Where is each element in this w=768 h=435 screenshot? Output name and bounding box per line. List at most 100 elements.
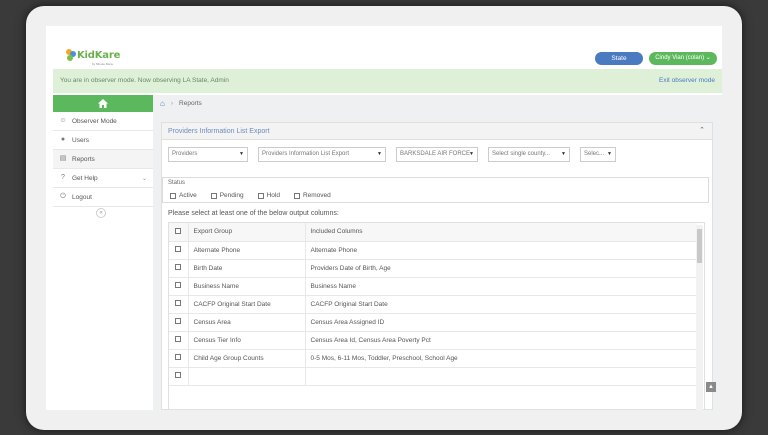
row-checkbox[interactable] — [175, 354, 181, 360]
row-checkbox[interactable] — [175, 282, 181, 288]
extra-select[interactable]: Selec... ▼ — [580, 147, 616, 162]
row-select-cell — [169, 259, 189, 278]
sidebar-item-label: Users — [72, 136, 89, 144]
select-value: Select single county... — [492, 151, 550, 157]
sidebar-item-label: Get Help — [72, 174, 98, 182]
table-row[interactable]: Birth Date Providers Date of Birth, Age — [169, 259, 697, 278]
row-select-cell — [169, 313, 189, 332]
caret-down-icon: ▼ — [561, 151, 566, 157]
select-all-cell — [169, 223, 189, 242]
row-checkbox[interactable] — [175, 336, 181, 342]
sidebar-item-label: Reports — [72, 155, 95, 163]
report-panel: Providers Information List Export ⌃ Prov… — [161, 122, 713, 410]
checkbox-label: Removed — [302, 192, 331, 199]
observer-message: You are in observer mode. Now observing … — [60, 77, 229, 84]
sidebar-home[interactable] — [53, 95, 153, 112]
table-scrollbar[interactable] — [696, 225, 703, 410]
sponsor-select[interactable]: BARKSDALE AIR FORCE ▼ — [396, 147, 478, 162]
home-icon — [98, 99, 108, 108]
sidebar-item-get-help[interactable]: ? Get Help ⌄ — [53, 169, 153, 188]
scrollbar-thumb[interactable] — [697, 229, 702, 263]
export-group-cell: Alternate Phone — [188, 241, 306, 260]
checkbox[interactable] — [210, 192, 217, 199]
export-group-cell: Business Name — [188, 277, 306, 296]
select-value: Selec... — [584, 151, 605, 157]
status-active-checkbox[interactable]: Active — [170, 192, 197, 199]
table-row[interactable]: Alternate Phone Alternate Phone — [169, 241, 697, 260]
row-select-cell — [169, 331, 189, 350]
exit-observer-link[interactable]: Exit observer mode — [659, 69, 715, 93]
included-columns-cell: 0-5 Mos, 6-11 Mos, Toddler, Preschool, S… — [305, 349, 697, 368]
sidebar-item-logout[interactable]: ⏻ Logout — [53, 188, 153, 207]
status-label: Status — [168, 180, 186, 186]
checkbox-label: Pending — [219, 192, 244, 199]
main-content: ⌂ › Reports Providers Information List E… — [153, 95, 722, 410]
checkbox[interactable] — [170, 192, 176, 199]
sidebar-item-label: Observer Mode — [72, 117, 117, 125]
select-value: Providers Information List Export — [262, 151, 350, 157]
included-columns-cell: Business Name — [305, 277, 697, 296]
table-row[interactable]: Business Name Business Name — [169, 277, 697, 296]
export-group-cell: Birth Date — [188, 259, 306, 278]
panel-title: Providers Information List Export — [168, 128, 270, 135]
report-type-select[interactable]: Providers Information List Export ▼ — [258, 147, 386, 162]
export-group-cell: Child Age Group Counts — [188, 349, 306, 368]
sidebar-item-users[interactable]: ● Users — [53, 131, 153, 150]
select-all-checkbox[interactable] — [175, 227, 181, 234]
checkbox[interactable] — [293, 192, 300, 199]
user-icon: ● — [60, 136, 66, 143]
output-columns-instruction: Please select at least one of the below … — [168, 210, 339, 217]
export-group-cell: Census Area — [188, 313, 306, 332]
row-select-cell — [169, 277, 189, 296]
select-value: BARKSDALE AIR FORCE — [400, 151, 471, 157]
status-pending-checkbox[interactable]: Pending — [210, 192, 244, 199]
column-header-included-columns: Included Columns — [305, 223, 697, 242]
table-row[interactable]: Census Area Census Area Assigned ID — [169, 313, 697, 332]
filter-row: Providers ▼ Providers Information List E… — [168, 147, 626, 162]
included-columns-cell: CACFP Original Start Date — [305, 295, 697, 314]
logo-mark-icon — [66, 49, 76, 61]
row-checkbox[interactable] — [175, 300, 181, 306]
table-header-row: Export Group Included Columns — [169, 223, 697, 242]
panel-header: Providers Information List Export ⌃ — [162, 123, 712, 140]
select-value: Providers — [172, 151, 198, 157]
state-button[interactable]: State — [595, 52, 643, 65]
users-icon: ☺ — [59, 117, 67, 124]
column-header-export-group: Export Group — [188, 223, 306, 242]
checkbox[interactable] — [257, 192, 264, 199]
row-checkbox[interactable] — [175, 264, 181, 270]
document-icon: ▤ — [59, 155, 67, 162]
sidebar-collapse-button[interactable]: « — [96, 208, 106, 218]
table-row[interactable]: CACFP Original Start Date CACFP Original… — [169, 295, 697, 314]
table-row[interactable]: Census Tier Info Census Area Id, Census … — [169, 331, 697, 350]
table-row[interactable] — [169, 367, 697, 386]
status-hold-checkbox[interactable]: Hold — [257, 192, 280, 199]
row-select-cell — [169, 295, 189, 314]
checkbox-label: Active — [179, 192, 197, 199]
sidebar-item-observer-mode[interactable]: ☺ Observer Mode — [53, 112, 153, 131]
scroll-to-top-button[interactable]: ▲ — [706, 382, 716, 392]
user-menu-button[interactable]: Cindy Vian (colan) ⌄ — [649, 52, 717, 65]
report-category-select[interactable]: Providers ▼ — [168, 147, 248, 162]
row-checkbox[interactable] — [175, 246, 181, 252]
row-select-cell — [169, 349, 189, 368]
sidebar-item-reports[interactable]: ▤ Reports — [53, 150, 159, 169]
logo-text: KidKare — [77, 49, 121, 61]
home-icon[interactable]: ⌂ — [160, 99, 165, 108]
breadcrumb-separator-icon: › — [170, 100, 174, 107]
caret-down-icon: ▼ — [239, 151, 244, 157]
row-checkbox[interactable] — [175, 318, 181, 324]
breadcrumb: ⌂ › Reports — [160, 99, 202, 108]
chevron-down-icon: ⌄ — [705, 55, 711, 61]
power-icon: ⏻ — [60, 193, 66, 200]
export-group-cell: CACFP Original Start Date — [188, 295, 306, 314]
status-filter: Status Active Pending Hold Removed — [162, 177, 709, 203]
county-select[interactable]: Select single county... ▼ — [488, 147, 570, 162]
table-row[interactable]: Child Age Group Counts 0-5 Mos, 6-11 Mos… — [169, 349, 697, 368]
row-checkbox[interactable] — [175, 372, 181, 378]
chevron-up-icon[interactable]: ⌃ — [696, 125, 708, 137]
export-columns-table: Export Group Included Columns Alternate … — [168, 222, 705, 410]
kidkare-logo[interactable]: KidKare by Minute Menu — [66, 49, 121, 66]
status-removed-checkbox[interactable]: Removed — [293, 192, 331, 199]
observer-banner: You are in observer mode. Now observing … — [53, 69, 722, 93]
